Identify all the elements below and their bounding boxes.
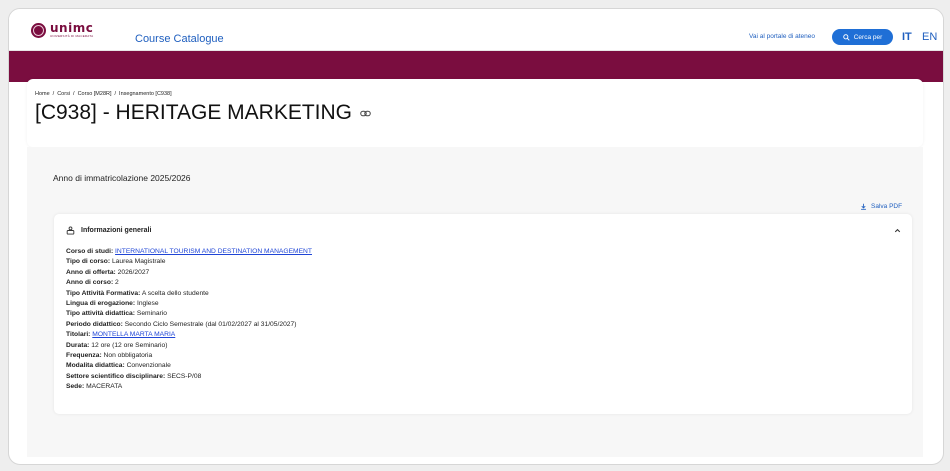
lang-en-link[interactable]: EN bbox=[922, 31, 937, 43]
professor-link[interactable]: MONTELLA MARTA MARIA bbox=[92, 331, 175, 338]
save-pdf-button[interactable]: Salva PDF bbox=[860, 203, 902, 210]
breadcrumb: Home / Corsi / Corso [M28R] / Insegnamen… bbox=[35, 91, 172, 97]
page-title: [C938] - HERITAGE MARKETING bbox=[35, 101, 371, 125]
list-item: Tipo Attività Formativa: A scelta dello … bbox=[66, 289, 312, 299]
list-item: Settore scientifico disciplinare: SECS-P… bbox=[66, 372, 312, 382]
list-item: Durata: 12 ore (12 ore Seminario) bbox=[66, 341, 312, 351]
list-item: Modalita didattica: Convenzionale bbox=[66, 361, 312, 371]
info-key: Lingua di erogazione: bbox=[66, 300, 136, 308]
search-button-label: Cerca per bbox=[853, 33, 883, 41]
info-key: Anno di corso: bbox=[66, 279, 114, 287]
list-item: Titolari: MONTELLA MARTA MARIA bbox=[66, 330, 312, 340]
info-key: Corso di studi: bbox=[66, 248, 114, 255]
search-icon bbox=[842, 33, 850, 41]
save-pdf-label: Salva PDF bbox=[871, 203, 903, 210]
top-navbar: unimc UNIVERSITÀ DI MACERATA Course Cata… bbox=[9, 9, 943, 51]
breadcrumb-separator: / bbox=[114, 91, 117, 97]
breadcrumb-corso[interactable]: Corso [M28R] bbox=[78, 91, 112, 97]
breadcrumb-separator: / bbox=[73, 91, 75, 97]
info-value: Convenzionale bbox=[126, 362, 171, 370]
info-value: SECS-P/08 bbox=[167, 372, 202, 380]
title-card: Home / Corsi / Corso [M28R] / Insegnamen… bbox=[27, 79, 923, 147]
info-value: Laurea Magistrale bbox=[111, 258, 166, 266]
info-key: Periodo didattico: bbox=[66, 320, 123, 328]
list-item: Frequenza: Non obbligatoria bbox=[66, 351, 312, 361]
info-value: Secondo Ciclo Semestrale (dal 01/02/2027… bbox=[124, 320, 297, 328]
info-key: Settore scientifico disciplinare: bbox=[66, 372, 166, 380]
list-item: Anno di corso: 2 bbox=[66, 278, 312, 288]
info-key: Tipo Attività Formativa: bbox=[66, 289, 141, 297]
download-icon bbox=[861, 203, 866, 210]
chevron-up-icon[interactable] bbox=[893, 226, 902, 235]
logo-text: unimc UNIVERSITÀ DI MACERATA bbox=[50, 22, 93, 38]
info-value: Seminario bbox=[136, 310, 167, 318]
list-item: Lingua di erogazione: Inglese bbox=[66, 299, 312, 309]
info-value: MACERATA bbox=[86, 383, 123, 391]
general-info-panel: Informazioni generali Corso di studi: IN… bbox=[54, 214, 912, 414]
info-value: Non obbligatoria bbox=[103, 352, 153, 360]
list-item: Anno di offerta: 2026/2027 bbox=[66, 268, 312, 278]
list-item: Tipo di corso: Laurea Magistrale bbox=[66, 257, 312, 267]
browser-frame: unimc UNIVERSITÀ DI MACERATA Course Cata… bbox=[8, 8, 944, 465]
list-item: Sede: MACERATA bbox=[66, 382, 312, 392]
info-value: 12 ore (12 ore Seminario) bbox=[91, 341, 168, 349]
info-value: 2 bbox=[115, 279, 119, 287]
unimc-logo[interactable]: unimc UNIVERSITÀ DI MACERATA bbox=[31, 22, 93, 38]
search-button[interactable]: Cerca per bbox=[832, 29, 893, 45]
logo-word: unimc bbox=[50, 21, 94, 35]
info-value: 2026/2027 bbox=[117, 268, 150, 276]
info-key: Tipo di corso: bbox=[66, 258, 111, 266]
panel-header[interactable]: Informazioni generali bbox=[66, 226, 151, 235]
info-key: Tipo attività didattica: bbox=[66, 310, 135, 318]
brand-banner bbox=[9, 51, 943, 82]
info-key: Modalita didattica: bbox=[66, 362, 125, 370]
list-item: Corso di studi: INTERNATIONAL TOURISM AN… bbox=[66, 247, 312, 257]
course-catalogue-link[interactable]: Course Catalogue bbox=[135, 33, 224, 45]
info-key: Sede: bbox=[66, 383, 85, 391]
portal-link[interactable]: Vai al portale di ateneo bbox=[749, 33, 815, 40]
info-key: Anno di offerta: bbox=[66, 268, 116, 276]
breadcrumb-corsi[interactable]: Corsi bbox=[57, 91, 70, 97]
info-building-icon bbox=[66, 226, 75, 235]
info-key: Titolari: bbox=[66, 331, 91, 339]
info-value: Inglese bbox=[136, 300, 159, 308]
university-seal-icon bbox=[31, 22, 46, 38]
breadcrumb-separator: / bbox=[52, 91, 55, 97]
lang-it-link[interactable]: IT bbox=[902, 31, 912, 43]
main-content: Anno di immatricolazione 2025/2026 Salva… bbox=[27, 147, 923, 457]
info-key: Durata: bbox=[66, 341, 90, 349]
info-value: A scelta dello studente bbox=[141, 289, 209, 297]
course-link[interactable]: INTERNATIONAL TOURISM AND DESTINATION MA… bbox=[115, 248, 312, 255]
info-key: Frequenza: bbox=[66, 352, 102, 360]
list-item: Tipo attività didattica: Seminario bbox=[66, 309, 312, 319]
breadcrumb-home[interactable]: Home bbox=[35, 91, 50, 97]
breadcrumb-insegnamento: Insegnamento [C938] bbox=[119, 91, 172, 97]
list-item: Periodo didattico: Secondo Ciclo Semestr… bbox=[66, 320, 312, 330]
info-list: Corso di studi: INTERNATIONAL TOURISM AN… bbox=[66, 247, 312, 393]
logo-subtitle: UNIVERSITÀ DI MACERATA bbox=[50, 34, 94, 38]
link-icon[interactable] bbox=[360, 108, 371, 119]
panel-title: Informazioni generali bbox=[81, 227, 152, 234]
enrollment-year: Anno di immatricolazione 2025/2026 bbox=[53, 173, 191, 183]
page-title-text: [C938] - HERITAGE MARKETING bbox=[35, 101, 352, 124]
